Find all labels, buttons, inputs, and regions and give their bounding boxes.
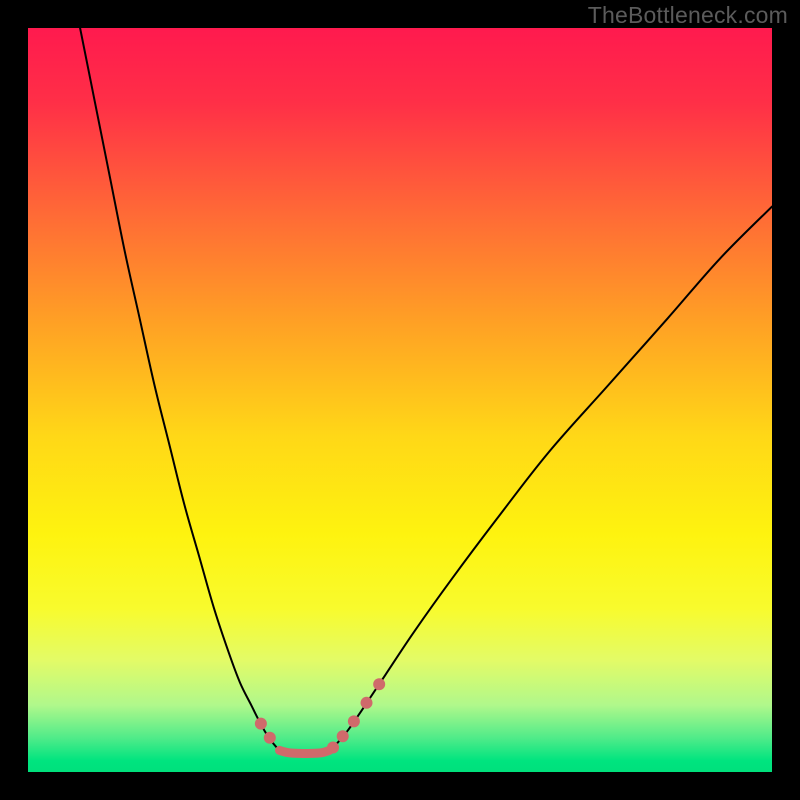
chart-frame: TheBottleneck.com bbox=[0, 0, 800, 800]
marker-point bbox=[327, 741, 339, 753]
marker-point bbox=[255, 718, 267, 730]
series-ideal-flat bbox=[279, 750, 329, 753]
plot-area bbox=[28, 28, 772, 772]
marker-point bbox=[264, 732, 276, 744]
marker-point bbox=[337, 730, 349, 742]
marker-point bbox=[373, 678, 385, 690]
gradient-background bbox=[28, 28, 772, 772]
marker-point bbox=[348, 715, 360, 727]
watermark-text: TheBottleneck.com bbox=[588, 2, 788, 29]
marker-point bbox=[361, 697, 373, 709]
chart-svg bbox=[28, 28, 772, 772]
